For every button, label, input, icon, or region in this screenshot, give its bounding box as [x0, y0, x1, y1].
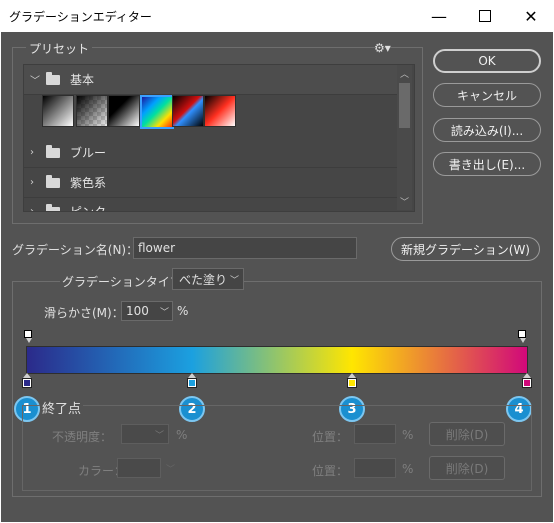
- close-button[interactable]: ✕: [508, 0, 554, 32]
- cancel-button[interactable]: キャンセル: [433, 83, 541, 107]
- preset-group-row[interactable]: ﹀ 基本: [24, 65, 398, 95]
- close-icon: ✕: [524, 6, 538, 26]
- preset-swatch[interactable]: [76, 95, 108, 127]
- presets-legend: プリセット: [26, 40, 93, 57]
- window-title: グラデーションエディター: [9, 10, 152, 24]
- opacity-stop[interactable]: [518, 330, 526, 338]
- folder-icon: [46, 144, 60, 158]
- chevron-down-icon: ﹀: [159, 307, 169, 318]
- preset-swatch[interactable]: [204, 95, 236, 127]
- smoothness-label: 滑らかさ(M)：: [44, 306, 124, 320]
- smoothness-value: 100: [126, 304, 149, 318]
- opacity-unit: %: [176, 428, 188, 442]
- color-stop-fill: [524, 380, 530, 386]
- title-bar: グラデーションエディター — ✕: [0, 0, 554, 32]
- smoothness-unit: %: [177, 304, 189, 318]
- preset-group-row[interactable]: › 紫色系: [24, 168, 398, 198]
- maximize-icon: [479, 10, 491, 22]
- ok-button[interactable]: OK: [433, 49, 541, 73]
- opacity-stop[interactable]: [24, 330, 32, 338]
- chevron-down-icon: ﹀: [166, 465, 176, 475]
- opacity-location-unit: %: [402, 428, 414, 442]
- opacity-stop-pointer: [26, 338, 32, 343]
- delete-color-stop-button[interactable]: 削除(D): [429, 456, 505, 480]
- preset-swatch[interactable]: [172, 95, 204, 127]
- folder-icon: [46, 71, 60, 85]
- color-location-input[interactable]: [354, 458, 396, 478]
- chevron-right-icon: ›: [30, 177, 34, 188]
- preset-list[interactable]: ﹀ 基本 › ブルー › 紫色系 › ピンク: [23, 64, 415, 212]
- preset-swatch[interactable]: [42, 95, 74, 127]
- opacity-label: 不透明度：: [52, 430, 113, 444]
- preset-group-label: 紫色系: [70, 176, 107, 190]
- color-stop[interactable]: [522, 378, 532, 388]
- preset-group-label: ピンク: [70, 205, 107, 212]
- opacity-stop-pointer: [520, 338, 526, 343]
- scrollbar-thumb[interactable]: [399, 83, 410, 128]
- chevron-right-icon: ›: [30, 206, 34, 212]
- preset-group-label: 基本: [70, 73, 95, 87]
- color-swatch-input[interactable]: [117, 458, 161, 478]
- chevron-right-icon: ›: [30, 147, 34, 158]
- gear-icon[interactable]: ⚙▾: [374, 41, 391, 55]
- preset-group-row[interactable]: › ブルー: [24, 138, 398, 168]
- folder-icon: [46, 203, 60, 211]
- preset-swatch-selected[interactable]: [140, 95, 174, 129]
- color-stop[interactable]: [187, 378, 197, 388]
- gradient-preview-bar[interactable]: [26, 346, 528, 374]
- color-stop[interactable]: [347, 378, 357, 388]
- preset-scrollbar[interactable]: ︿ ﹀: [397, 65, 412, 210]
- maximize-button[interactable]: [462, 0, 508, 32]
- color-stop[interactable]: [22, 378, 32, 388]
- preset-group-row[interactable]: › ピンク: [24, 197, 398, 212]
- scroll-down-icon[interactable]: ﹀: [400, 195, 409, 208]
- minimize-icon: —: [431, 6, 447, 26]
- preset-swatch[interactable]: [108, 95, 140, 127]
- smoothness-input[interactable]: 100 ﹀: [121, 301, 173, 321]
- save-button[interactable]: 書き出し(E)...: [433, 152, 541, 176]
- opacity-location-input[interactable]: [354, 424, 396, 444]
- gradient-type-select[interactable]: べた塗り ﹀: [172, 268, 244, 290]
- delete-opacity-stop-button[interactable]: 削除(D): [429, 422, 505, 446]
- color-stop-fill: [349, 380, 355, 386]
- gradient-type-value: べた塗り: [179, 272, 228, 287]
- gradient-name-label: グラデーション名(N)：: [12, 243, 139, 257]
- opacity-location-label: 位置：: [312, 430, 349, 444]
- load-button[interactable]: 読み込み(I)...: [433, 118, 541, 142]
- scroll-up-icon[interactable]: ︿: [400, 67, 409, 80]
- color-stop-fill: [189, 380, 195, 386]
- minimize-button[interactable]: —: [416, 0, 462, 32]
- chevron-down-icon: ﹀: [154, 431, 164, 441]
- gradient-name-input[interactable]: flower: [133, 237, 357, 259]
- color-location-label: 位置：: [312, 464, 349, 478]
- folder-icon: [46, 174, 60, 188]
- color-stop-fill: [24, 380, 30, 386]
- color-location-unit: %: [402, 462, 414, 476]
- chevron-down-icon: ﹀: [30, 76, 40, 87]
- preset-group-label: ブルー: [70, 146, 107, 160]
- new-gradient-button[interactable]: 新規グラデーション(W): [391, 237, 540, 261]
- opacity-input[interactable]: ﹀: [121, 424, 169, 444]
- stops-legend: 終了点: [40, 398, 84, 417]
- chevron-down-icon: ﹀: [229, 275, 239, 286]
